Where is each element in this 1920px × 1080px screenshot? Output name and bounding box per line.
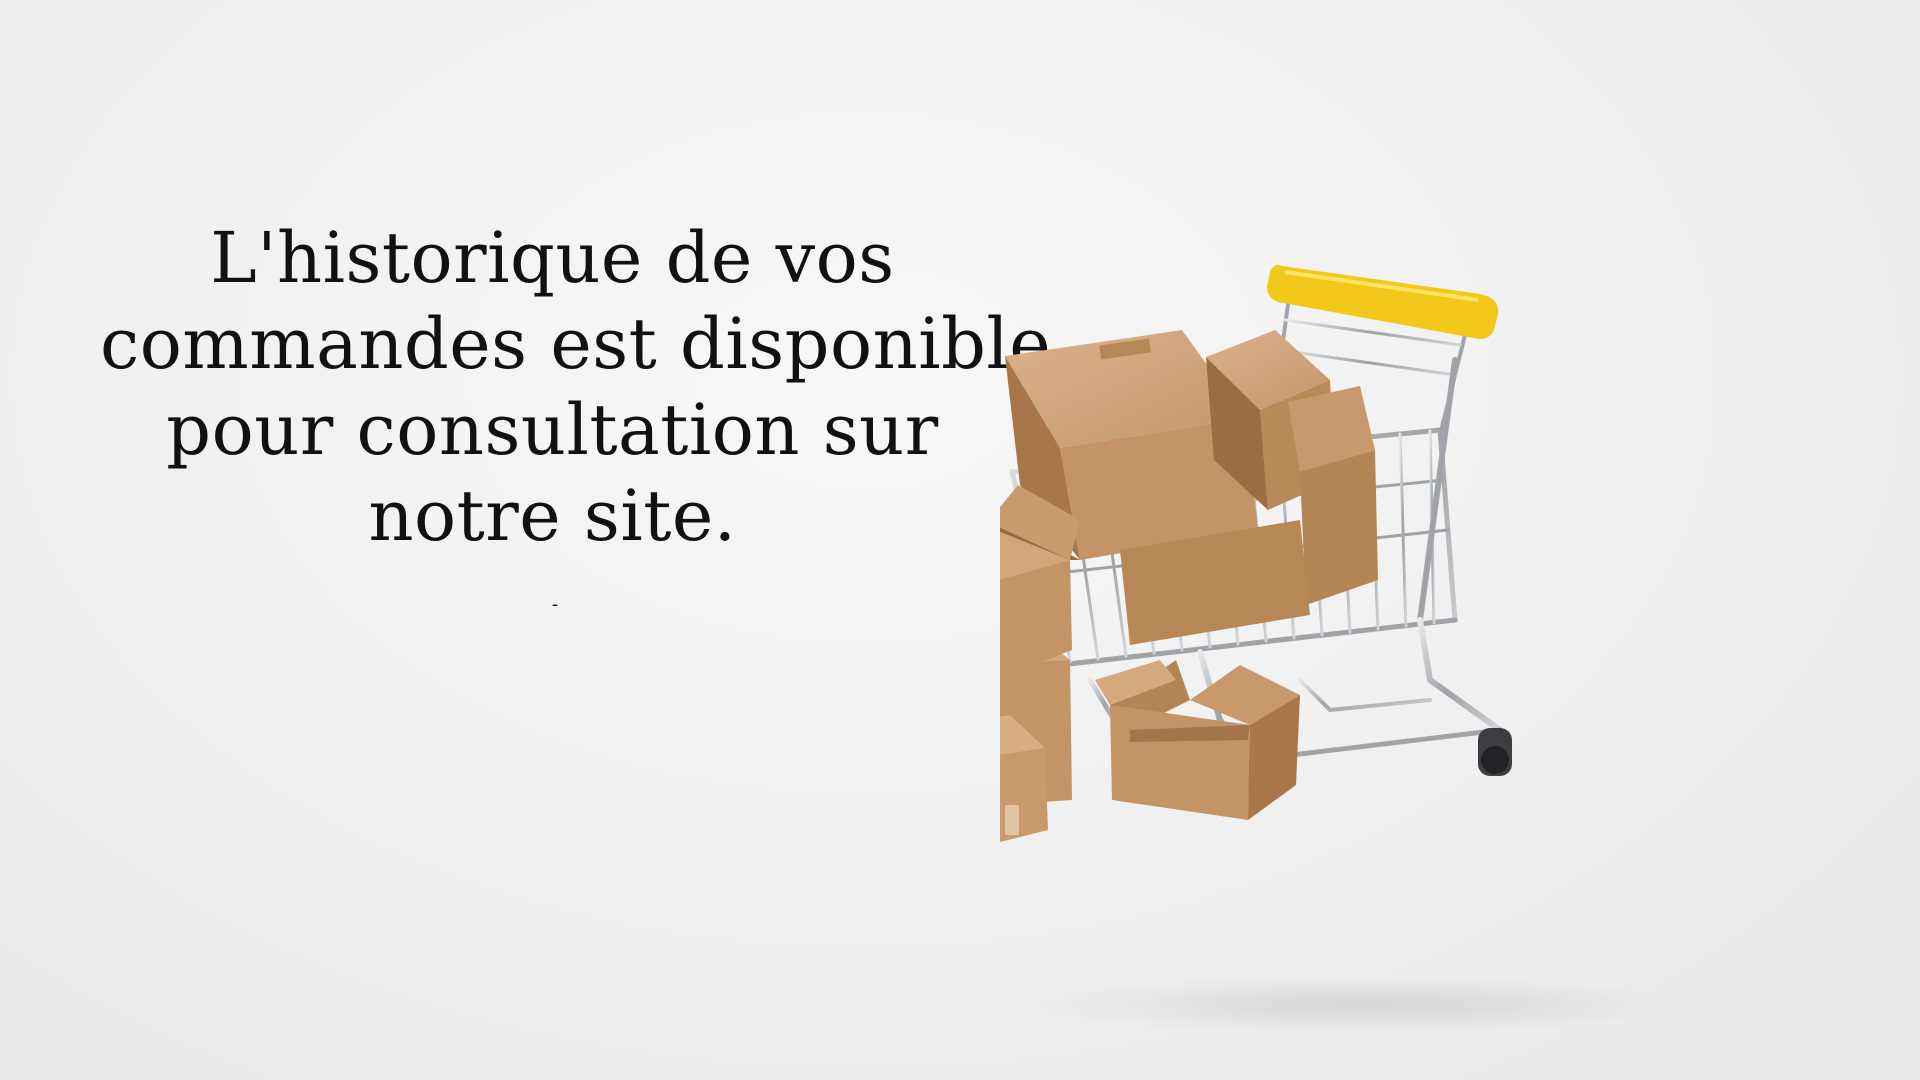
shopping-cart-illustration: [1000, 264, 1690, 1035]
box-floor-open-right: [1095, 660, 1300, 820]
headline: L'historique de vos commandes est dispon…: [100, 215, 1052, 559]
cart-handle-icon: [1267, 264, 1499, 339]
separator-dash: -: [551, 594, 559, 615]
headline-line-4: notre site.: [368, 475, 737, 557]
headline-line-1: L'historique de vos: [210, 217, 895, 299]
headline-line-3: pour consultation sur: [166, 389, 939, 471]
headline-line-2: commandes est disponible: [100, 303, 1052, 385]
box-floor-open-stacked: [1000, 485, 1080, 679]
